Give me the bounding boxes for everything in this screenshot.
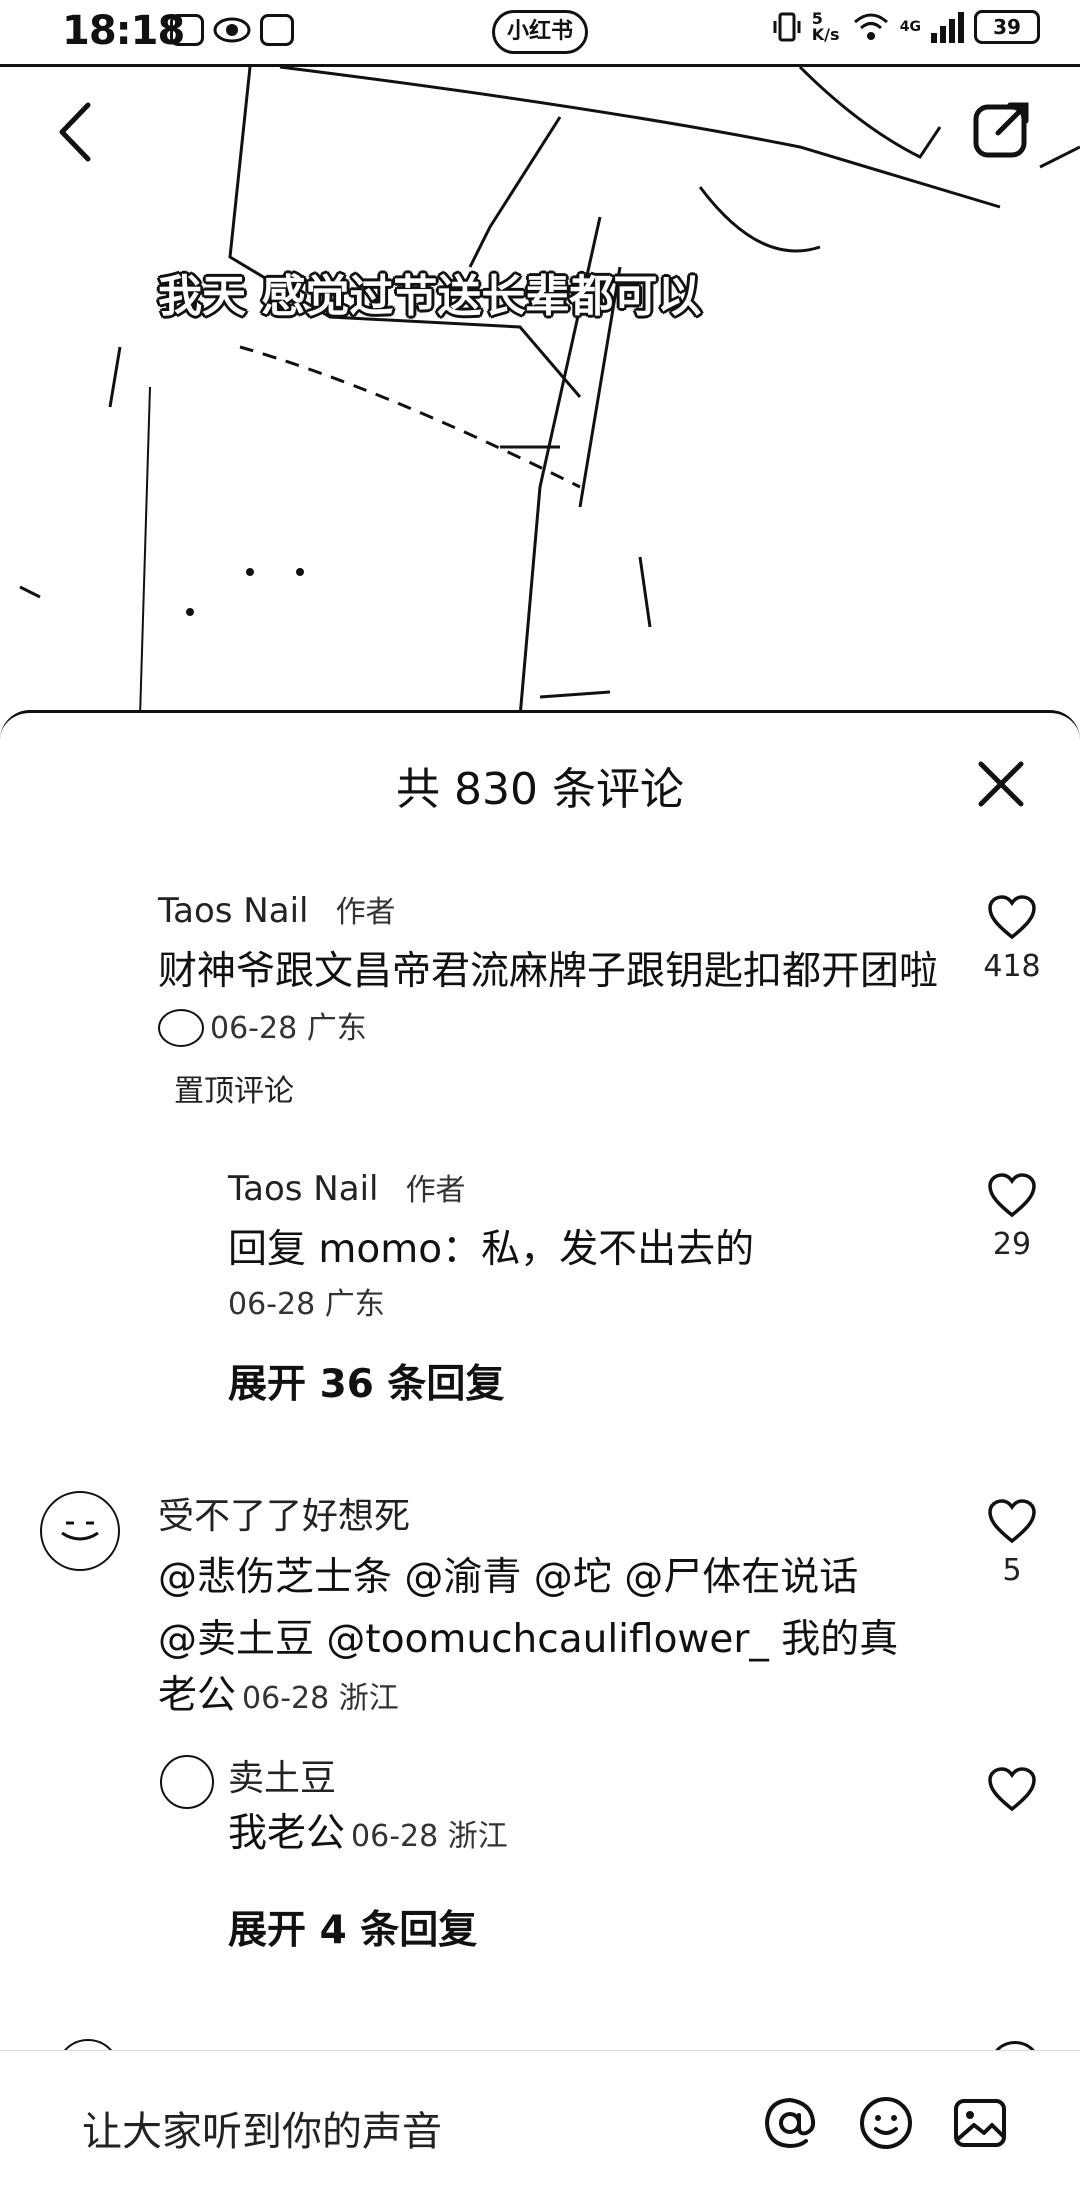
author-tag: 作者 (335, 895, 396, 930)
like-button[interactable] (972, 1767, 1052, 1817)
status-notification-icons (170, 14, 294, 46)
reply-author[interactable]: Taos Nail (228, 1169, 378, 1209)
reply-text: 回复 momo：私，发不出去的 (228, 1227, 755, 1272)
app-pill: 小红书 (492, 10, 588, 54)
comment-item[interactable]: 受不了了好想死 @悲伤芝士条 @渝青 @坨 @尸体在说话 @卖土豆 @toomu… (158, 1487, 938, 1726)
image-icon[interactable] (952, 2095, 1008, 2151)
reply-date-location: 06-28 浙江 (351, 1819, 508, 1854)
comment-date-location: 06-28 广东 (210, 1011, 367, 1046)
heart-icon (988, 1173, 1036, 1218)
comment-text-line: @悲伤芝士条 @渝青 @坨 @尸体在说话 (158, 1555, 859, 1600)
like-count: 29 (992, 1227, 1032, 1262)
like-button[interactable]: 418 (972, 895, 1052, 984)
signal-icon (931, 11, 964, 43)
back-icon[interactable] (48, 97, 108, 167)
battery-icon: 39 (974, 10, 1040, 44)
emoji-icon[interactable] (858, 2095, 914, 2151)
at-icon[interactable] (762, 2095, 818, 2151)
status-bar: 18:18 小红书 5 K/s 4G 39 (0, 0, 1080, 67)
post-media[interactable]: 我天 感觉过节送长辈都可以 (0, 67, 1080, 717)
status-time: 18:18 (62, 8, 185, 54)
sticker-emoji-icon (158, 1008, 204, 1047)
like-count: 418 (983, 949, 1041, 984)
gallery-notification-icon (170, 14, 204, 46)
comment-author[interactable]: 受不了了好想死 (158, 1487, 938, 1539)
comment-text: 财神爷跟文昌帝君流麻牌子跟钥匙扣都开团啦 (158, 949, 939, 994)
vibrate-icon (773, 12, 801, 42)
wifi-icon (853, 13, 888, 40)
expand-replies-button[interactable]: 展开 4 条回复 (228, 1899, 477, 1955)
net-speed: 5 K/s (811, 9, 840, 44)
share-icon[interactable] (970, 97, 1034, 161)
heart-icon (988, 1767, 1036, 1812)
status-right: 5 K/s 4G 39 (772, 10, 1040, 44)
video-caption: 我天 感觉过节送长辈都可以 (158, 271, 702, 322)
heart-icon (988, 895, 1036, 940)
comment-input[interactable]: 让大家听到你的声音 (82, 2099, 442, 2157)
pinned-label: 置顶评论 (174, 1074, 294, 1109)
avatar-face-icon (61, 1521, 99, 1541)
avatar[interactable] (160, 1755, 214, 1809)
network-type: 4G (899, 19, 921, 35)
like-button[interactable]: 29 (972, 1173, 1052, 1262)
comment-item[interactable]: Taos Nail 作者 财神爷跟文昌帝君流麻牌子跟钥匙扣都开团啦 06-28 广… (158, 887, 938, 1110)
reply-author[interactable]: 卖土豆 (228, 1749, 928, 1801)
comments-count-title: 共 830 条评论 (396, 764, 684, 815)
expand-replies-button[interactable]: 展开 36 条回复 (228, 1353, 504, 1409)
comment-text-line: 老公 (158, 1673, 237, 1718)
comment-text-line: @卖土豆 @toomuchcauliflower_ 我的真 (158, 1617, 899, 1662)
eye-icon (213, 17, 251, 43)
avatar[interactable] (40, 1491, 120, 1571)
heart-icon (988, 1499, 1036, 1544)
comment-date-location: 06-28 浙江 (242, 1681, 399, 1716)
like-button[interactable]: 5 (972, 1499, 1052, 1588)
reply-item[interactable]: 卖土豆 我老公 06-28 浙江 (228, 1749, 928, 1864)
comment-input-bar: 让大家听到你的声音 (0, 2050, 1080, 2205)
comments-sheet: 共 830 条评论 Taos Nail 作者 财神爷跟文昌帝君流麻牌子跟钥匙扣都… (0, 710, 1080, 2207)
author-tag: 作者 (405, 1173, 466, 1208)
like-count: 5 (1002, 1553, 1022, 1588)
media-image (19, 67, 1080, 717)
reply-text: 我老公 (228, 1811, 346, 1856)
close-icon[interactable] (975, 758, 1027, 810)
comment-author[interactable]: Taos Nail (158, 891, 308, 931)
reply-date-location: 06-28 广东 (228, 1287, 385, 1322)
alarm-notification-icon (260, 14, 294, 46)
reply-item[interactable]: Taos Nail 作者 回复 momo：私，发不出去的 06-28 广东 (228, 1165, 928, 1323)
